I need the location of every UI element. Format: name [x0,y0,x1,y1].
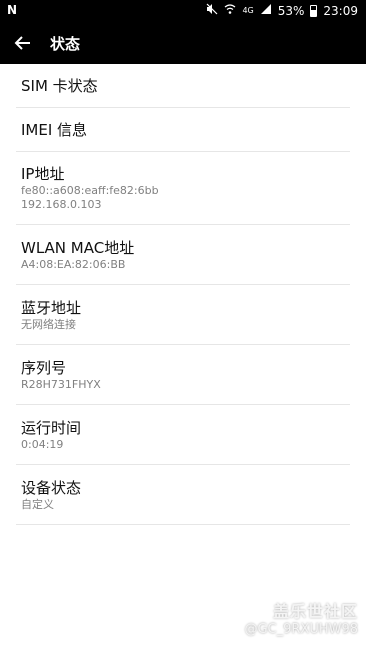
status-bar: N 4G 53% 23:09 [0,0,366,22]
battery-percent: 53% [277,3,305,18]
item-title: WLAN MAC地址 [21,238,135,257]
app-bar: 状态 [0,22,366,64]
item-title: 设备状态 [21,478,82,497]
back-button[interactable] [10,30,36,56]
list-item-serial-number: 序列号 R28H731FHYX [16,345,350,405]
list-item-imei[interactable]: IMEI 信息 [16,108,350,152]
item-value: 0:04:19 [21,437,64,451]
list-item-bluetooth-address: 蓝牙地址 无网络连接 [16,285,350,345]
mute-icon [206,3,218,18]
network-type: 4G [242,5,254,15]
page-title: 状态 [50,35,81,53]
item-title: 序列号 [21,358,67,377]
item-value: A4:08:EA:82:06:BB [21,257,126,271]
battery-icon [310,4,318,17]
item-title: IP地址 [21,165,65,183]
item-value: fe80::a608:eaff:fe82:6bb [21,184,159,197]
signal-icon [260,3,272,18]
item-title: 蓝牙地址 [21,298,82,317]
list-item-wlan-mac: WLAN MAC地址 A4:08:EA:82:06:BB [16,225,350,285]
item-value: 自定义 [21,497,54,511]
clock: 23:09 [323,3,358,18]
item-title: IMEI 信息 [21,120,88,139]
wifi-icon [224,3,236,18]
status-list: SIM 卡状态 IMEI 信息 IP地址 fe80::a608:eaff:fe8… [0,64,366,525]
item-value: 无网络连接 [21,317,76,331]
list-item-ip-address: IP地址 fe80::a608:eaff:fe82:6bb 192.168.0.… [16,152,350,225]
item-value: 192.168.0.103 [21,198,102,211]
watermark: 盖乐世社区 @GC_9RXUHW98 [244,598,358,637]
item-title: 运行时间 [21,418,82,437]
watermark-user: @GC_9RXUHW98 [244,622,358,637]
item-title: SIM 卡状态 [21,76,98,95]
list-item-device-status[interactable]: 设备状态 自定义 [16,465,350,525]
list-item-uptime: 运行时间 0:04:19 [16,405,350,465]
status-icons: 4G 53% 23:09 [206,3,358,18]
watermark-brand: 盖乐世社区 [272,602,358,621]
list-item-sim-status[interactable]: SIM 卡状态 [16,64,350,108]
notification-n-icon: N [7,3,18,17]
arrow-left-icon [14,36,30,50]
item-value: R28H731FHYX [21,377,101,391]
